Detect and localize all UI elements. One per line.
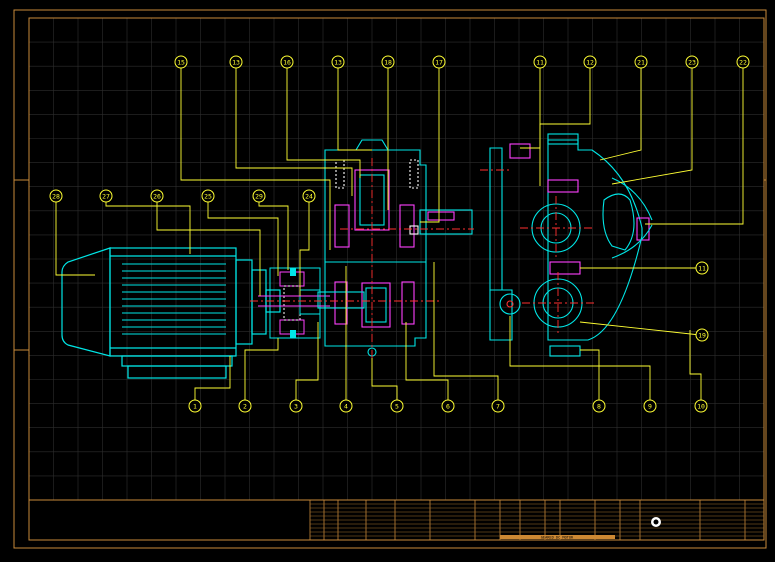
- callout-10: 23: [685, 55, 699, 69]
- callout-20: 3: [289, 399, 303, 413]
- callout-27: 10: [694, 399, 708, 413]
- callout-9: 21: [634, 55, 648, 69]
- svg-text:23: 23: [688, 58, 696, 66]
- svg-text:1: 1: [193, 402, 197, 410]
- svg-text:10: 10: [697, 402, 705, 410]
- callout-21: 4: [339, 399, 353, 413]
- callout-4: 13: [331, 55, 345, 69]
- svg-text:25: 25: [204, 192, 212, 200]
- svg-text:21: 21: [637, 58, 645, 66]
- svg-text:5: 5: [395, 402, 399, 410]
- svg-text:22: 22: [739, 58, 747, 66]
- svg-text:29: 29: [255, 192, 263, 200]
- callout-22: 5: [390, 399, 404, 413]
- svg-text:12: 12: [586, 58, 594, 66]
- callout-11: 22: [736, 55, 750, 69]
- svg-text:8: 8: [597, 402, 601, 410]
- callout-5: 18: [381, 55, 395, 69]
- svg-text:26: 26: [153, 192, 161, 200]
- callout-18: 1: [188, 399, 202, 413]
- svg-text:9: 9: [648, 402, 652, 410]
- callout-24: 7: [491, 399, 505, 413]
- callout-7: 11: [533, 55, 547, 69]
- svg-text:27: 27: [102, 192, 110, 200]
- svg-text:16: 16: [283, 58, 291, 66]
- background: [0, 0, 775, 558]
- svg-text:13: 13: [334, 58, 342, 66]
- svg-text:19: 19: [698, 331, 706, 339]
- svg-text:6: 6: [446, 402, 450, 410]
- svg-text:13: 13: [232, 58, 240, 66]
- svg-text:15: 15: [177, 58, 185, 66]
- callout-2: 13: [229, 55, 243, 69]
- callout-12: 28: [49, 189, 63, 203]
- callout-17: 24: [302, 189, 316, 203]
- callout-26: 9: [643, 399, 657, 413]
- cad-drawing: GEARED DC MOTOR 15 13 16 13 18 17 11 12 …: [0, 0, 775, 558]
- callout-15: 25: [201, 189, 215, 203]
- grid: [28, 17, 765, 500]
- callout-6: 17: [432, 55, 446, 69]
- svg-text:4: 4: [344, 402, 348, 410]
- svg-text:28: 28: [52, 192, 60, 200]
- callout-16: 29: [252, 189, 266, 203]
- callout-28: 11: [695, 261, 709, 275]
- callout-29: 19: [695, 328, 709, 342]
- callout-23: 6: [441, 399, 455, 413]
- title-text: GEARED DC MOTOR: [541, 536, 574, 540]
- svg-text:17: 17: [435, 58, 443, 66]
- callout-8: 12: [583, 55, 597, 69]
- callout-13: 27: [99, 189, 113, 203]
- callout-1: 15: [174, 55, 188, 69]
- svg-text:3: 3: [294, 402, 298, 410]
- svg-text:18: 18: [384, 58, 392, 66]
- svg-text:7: 7: [496, 402, 500, 410]
- svg-text:24: 24: [305, 192, 313, 200]
- svg-text:11: 11: [536, 58, 544, 66]
- svg-text:11: 11: [698, 264, 706, 272]
- cad-drawing-canvas[interactable]: GEARED DC MOTOR 15 13 16 13 18 17 11 12 …: [0, 0, 775, 558]
- callout-19: 2: [238, 399, 252, 413]
- svg-text:2: 2: [243, 402, 247, 410]
- callout-25: 8: [592, 399, 606, 413]
- callout-3: 16: [280, 55, 294, 69]
- callout-14: 26: [150, 189, 164, 203]
